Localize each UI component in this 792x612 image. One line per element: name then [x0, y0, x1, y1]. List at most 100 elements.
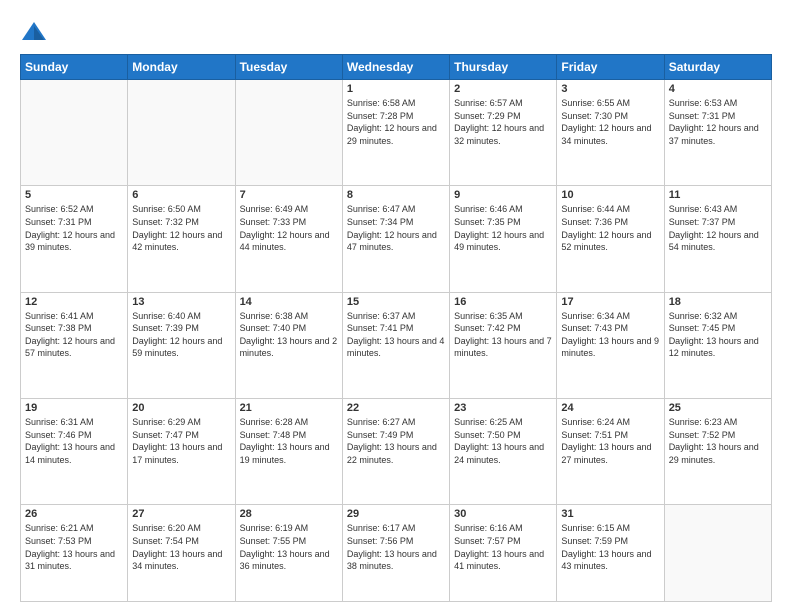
calendar-cell: 10 Sunrise: 6:44 AM Sunset: 7:36 PM Dayli… — [557, 186, 664, 292]
day-number: 1 — [347, 83, 445, 95]
calendar-cell: 12 Sunrise: 6:41 AM Sunset: 7:38 PM Dayli… — [21, 292, 128, 398]
day-number: 10 — [561, 189, 659, 201]
day-info: Sunrise: 6:58 AM Sunset: 7:28 PM Dayligh… — [347, 97, 445, 147]
calendar-cell: 8 Sunrise: 6:47 AM Sunset: 7:34 PM Daylig… — [342, 186, 449, 292]
day-info: Sunrise: 6:31 AM Sunset: 7:46 PM Dayligh… — [25, 416, 123, 466]
day-info: Sunrise: 6:32 AM Sunset: 7:45 PM Dayligh… — [669, 310, 767, 360]
day-number: 14 — [240, 296, 338, 308]
day-info: Sunrise: 6:16 AM Sunset: 7:57 PM Dayligh… — [454, 522, 552, 572]
day-info: Sunrise: 6:17 AM Sunset: 7:56 PM Dayligh… — [347, 522, 445, 572]
calendar-header-sunday: Sunday — [21, 55, 128, 80]
day-info: Sunrise: 6:47 AM Sunset: 7:34 PM Dayligh… — [347, 203, 445, 253]
calendar-cell: 28Sunrise: 6:19 AM Sunset: 7:55 PM Dayli… — [235, 505, 342, 602]
day-info: Sunrise: 6:24 AM Sunset: 7:51 PM Dayligh… — [561, 416, 659, 466]
day-number: 5 — [25, 189, 123, 201]
calendar-cell — [21, 80, 128, 186]
calendar-cell: 27 Sunrise: 6:20 AM Sunset: 7:54 PM Dayli… — [128, 505, 235, 602]
calendar-week-1: 1 Sunrise: 6:58 AM Sunset: 7:28 PM Daylig… — [21, 80, 772, 186]
day-info: Sunrise: 6:50 AM Sunset: 7:32 PM Dayligh… — [132, 203, 230, 253]
calendar-header-row: SundayMondayTuesdayWednesdayThursdayFrid… — [21, 55, 772, 80]
calendar-table: SundayMondayTuesdayWednesdayThursdayFrid… — [20, 54, 772, 602]
day-info: Sunrise: 6:57 AM Sunset: 7:29 PM Dayligh… — [454, 97, 552, 147]
day-number: 8 — [347, 189, 445, 201]
day-number: 29 — [347, 508, 445, 520]
calendar-cell: 18 Sunrise: 6:32 AM Sunset: 7:45 PM Dayli… — [664, 292, 771, 398]
day-info: Sunrise: 6:15 AM Sunset: 7:59 PM Dayligh… — [561, 522, 659, 572]
calendar-cell: 6 Sunrise: 6:50 AM Sunset: 7:32 PM Daylig… — [128, 186, 235, 292]
day-info: Sunrise: 6:49 AM Sunset: 7:33 PM Dayligh… — [240, 203, 338, 253]
header — [20, 18, 772, 46]
day-info: Sunrise: 6:28 AM Sunset: 7:48 PM Dayligh… — [240, 416, 338, 466]
calendar-header-friday: Friday — [557, 55, 664, 80]
day-number: 7 — [240, 189, 338, 201]
logo-icon — [20, 18, 48, 46]
day-info: Sunrise: 6:52 AM Sunset: 7:31 PM Dayligh… — [25, 203, 123, 253]
calendar-cell: 20Sunrise: 6:29 AM Sunset: 7:47 PM Dayli… — [128, 398, 235, 504]
day-number: 6 — [132, 189, 230, 201]
day-info: Sunrise: 6:29 AM Sunset: 7:47 PM Dayligh… — [132, 416, 230, 466]
calendar-cell: 24 Sunrise: 6:24 AM Sunset: 7:51 PM Dayli… — [557, 398, 664, 504]
day-number: 22 — [347, 402, 445, 414]
day-info: Sunrise: 6:41 AM Sunset: 7:38 PM Dayligh… — [25, 310, 123, 360]
day-number: 25 — [669, 402, 767, 414]
day-info: Sunrise: 6:27 AM Sunset: 7:49 PM Dayligh… — [347, 416, 445, 466]
day-number: 23 — [454, 402, 552, 414]
day-number: 9 — [454, 189, 552, 201]
day-number: 24 — [561, 402, 659, 414]
day-number: 19 — [25, 402, 123, 414]
calendar-cell: 13 Sunrise: 6:40 AM Sunset: 7:39 PM Dayli… — [128, 292, 235, 398]
calendar-cell: 17Sunrise: 6:34 AM Sunset: 7:43 PM Dayli… — [557, 292, 664, 398]
day-number: 21 — [240, 402, 338, 414]
day-number: 13 — [132, 296, 230, 308]
calendar-week-4: 19 Sunrise: 6:31 AM Sunset: 7:46 PM Dayli… — [21, 398, 772, 504]
day-number: 3 — [561, 83, 659, 95]
calendar-cell: 29 Sunrise: 6:17 AM Sunset: 7:56 PM Dayli… — [342, 505, 449, 602]
calendar-week-3: 12 Sunrise: 6:41 AM Sunset: 7:38 PM Dayli… — [21, 292, 772, 398]
day-info: Sunrise: 6:44 AM Sunset: 7:36 PM Dayligh… — [561, 203, 659, 253]
day-info: Sunrise: 6:53 AM Sunset: 7:31 PM Dayligh… — [669, 97, 767, 147]
day-number: 4 — [669, 83, 767, 95]
calendar-header-thursday: Thursday — [450, 55, 557, 80]
calendar-cell: 16Sunrise: 6:35 AM Sunset: 7:42 PM Dayli… — [450, 292, 557, 398]
calendar-cell — [664, 505, 771, 602]
day-info: Sunrise: 6:21 AM Sunset: 7:53 PM Dayligh… — [25, 522, 123, 572]
logo — [20, 18, 52, 46]
day-info: Sunrise: 6:23 AM Sunset: 7:52 PM Dayligh… — [669, 416, 767, 466]
day-number: 18 — [669, 296, 767, 308]
calendar-cell: 15Sunrise: 6:37 AM Sunset: 7:41 PM Dayli… — [342, 292, 449, 398]
day-info: Sunrise: 6:20 AM Sunset: 7:54 PM Dayligh… — [132, 522, 230, 572]
calendar-cell: 22 Sunrise: 6:27 AM Sunset: 7:49 PM Dayli… — [342, 398, 449, 504]
day-number: 31 — [561, 508, 659, 520]
day-number: 11 — [669, 189, 767, 201]
calendar-week-2: 5 Sunrise: 6:52 AM Sunset: 7:31 PM Daylig… — [21, 186, 772, 292]
calendar-cell: 4 Sunrise: 6:53 AM Sunset: 7:31 PM Daylig… — [664, 80, 771, 186]
calendar-cell: 11 Sunrise: 6:43 AM Sunset: 7:37 PM Dayli… — [664, 186, 771, 292]
calendar-header-monday: Monday — [128, 55, 235, 80]
calendar-cell: 26 Sunrise: 6:21 AM Sunset: 7:53 PM Dayli… — [21, 505, 128, 602]
day-info: Sunrise: 6:40 AM Sunset: 7:39 PM Dayligh… — [132, 310, 230, 360]
day-info: Sunrise: 6:34 AM Sunset: 7:43 PM Dayligh… — [561, 310, 659, 360]
day-info: Sunrise: 6:43 AM Sunset: 7:37 PM Dayligh… — [669, 203, 767, 253]
day-number: 2 — [454, 83, 552, 95]
calendar-cell: 2 Sunrise: 6:57 AM Sunset: 7:29 PM Daylig… — [450, 80, 557, 186]
day-info: Sunrise: 6:55 AM Sunset: 7:30 PM Dayligh… — [561, 97, 659, 147]
calendar-cell: 1 Sunrise: 6:58 AM Sunset: 7:28 PM Daylig… — [342, 80, 449, 186]
day-number: 12 — [25, 296, 123, 308]
day-number: 28 — [240, 508, 338, 520]
day-number: 27 — [132, 508, 230, 520]
page: SundayMondayTuesdayWednesdayThursdayFrid… — [0, 0, 792, 612]
day-info: Sunrise: 6:35 AM Sunset: 7:42 PM Dayligh… — [454, 310, 552, 360]
calendar-cell: 19 Sunrise: 6:31 AM Sunset: 7:46 PM Dayli… — [21, 398, 128, 504]
day-info: Sunrise: 6:38 AM Sunset: 7:40 PM Dayligh… — [240, 310, 338, 360]
calendar-cell: 5 Sunrise: 6:52 AM Sunset: 7:31 PM Daylig… — [21, 186, 128, 292]
calendar-cell: 31 Sunrise: 6:15 AM Sunset: 7:59 PM Dayli… — [557, 505, 664, 602]
calendar-cell: 9Sunrise: 6:46 AM Sunset: 7:35 PM Daylig… — [450, 186, 557, 292]
calendar-cell: 7 Sunrise: 6:49 AM Sunset: 7:33 PM Daylig… — [235, 186, 342, 292]
calendar-cell: 21 Sunrise: 6:28 AM Sunset: 7:48 PM Dayli… — [235, 398, 342, 504]
day-number: 30 — [454, 508, 552, 520]
day-number: 26 — [25, 508, 123, 520]
day-info: Sunrise: 6:37 AM Sunset: 7:41 PM Dayligh… — [347, 310, 445, 360]
calendar-cell: 3 Sunrise: 6:55 AM Sunset: 7:30 PM Daylig… — [557, 80, 664, 186]
calendar-cell: 23Sunrise: 6:25 AM Sunset: 7:50 PM Dayli… — [450, 398, 557, 504]
calendar-cell: 25 Sunrise: 6:23 AM Sunset: 7:52 PM Dayli… — [664, 398, 771, 504]
